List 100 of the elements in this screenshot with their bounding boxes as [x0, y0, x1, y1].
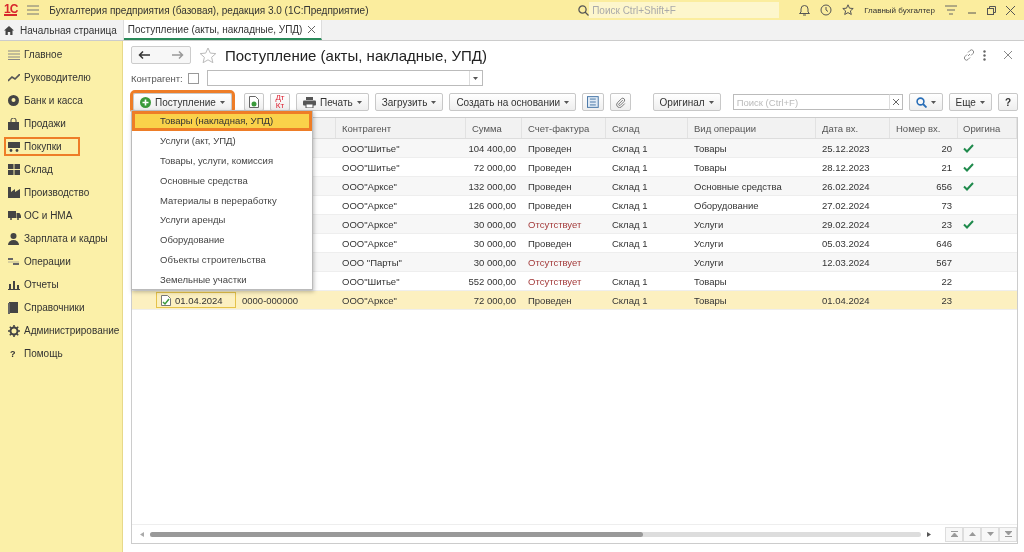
table-cell: 0000-000000	[242, 294, 298, 306]
attach-button[interactable]	[609, 93, 631, 111]
sidebar-item[interactable]: Справочники	[4, 298, 87, 317]
copy-button[interactable]	[243, 93, 264, 111]
history-icon[interactable]	[820, 4, 833, 16]
sidebar-item[interactable]: Администрирование	[4, 321, 122, 340]
previous-row-button[interactable]	[963, 526, 981, 542]
column-header[interactable]: Дата вх.	[816, 118, 890, 138]
column-header[interactable]: Оригина	[958, 118, 1017, 138]
table-cell-text: Проведен	[527, 160, 573, 175]
table-cell-text: Оборудование	[693, 198, 760, 213]
scroll-left-icon[interactable]	[140, 531, 144, 537]
bag-icon	[8, 117, 19, 130]
last-icon	[1004, 531, 1012, 537]
load-button[interactable]: Загрузить	[374, 93, 444, 111]
menu-icon[interactable]	[27, 5, 40, 15]
first-row-button[interactable]	[945, 526, 963, 542]
close-icon[interactable]	[1006, 5, 1015, 15]
sidebar-item[interactable]: ? Помощь	[4, 344, 80, 363]
sidebar-item[interactable]: Продажи	[4, 114, 80, 133]
person-icon	[8, 232, 19, 245]
table-cell: Склад 1	[612, 180, 648, 192]
sidebar-item[interactable]: Склад	[4, 160, 80, 179]
forward-arrow-icon[interactable]	[172, 51, 184, 59]
column-header[interactable]: Номер вх.	[890, 118, 958, 138]
more-icon[interactable]	[983, 49, 986, 61]
link-icon[interactable]	[963, 49, 975, 61]
caret-icon	[930, 100, 936, 104]
settings-icon	[8, 324, 20, 337]
tab[interactable]: Поступление (акты, накладные, УПД)	[123, 20, 323, 40]
table-cell-text: Товары	[693, 160, 728, 175]
column-header[interactable]: Вид операции	[688, 118, 816, 138]
table-cell-text: 72 000,00	[472, 293, 517, 308]
caret-icon	[708, 100, 714, 104]
close-icon[interactable]	[308, 25, 316, 33]
sidebar-item[interactable]: Покупки	[4, 137, 80, 156]
table-icon	[587, 96, 599, 108]
restore-icon[interactable]	[987, 5, 996, 15]
table-cell-text: 73	[940, 198, 953, 213]
logo[interactable]: 1С	[4, 4, 18, 16]
table-cell-text: Отсутствует	[527, 255, 583, 270]
table-cell-text: 126 000,00	[467, 198, 517, 213]
up-icon	[968, 532, 976, 536]
menu-icon[interactable]	[945, 5, 957, 15]
user-name[interactable]: Главный бухгалтер	[864, 5, 935, 15]
counterparty-field[interactable]	[206, 70, 483, 86]
table-cell: Склад 1	[612, 275, 648, 287]
star-icon[interactable]	[199, 46, 217, 64]
scroll-right-icon[interactable]	[927, 531, 931, 537]
search-icon[interactable]	[578, 4, 590, 16]
column-header[interactable]: Склад	[606, 118, 688, 138]
table-cell: Склад 1	[612, 161, 648, 173]
table-cell-text: Основные средства	[693, 179, 783, 194]
table-cell-text: Услуги	[693, 255, 725, 270]
table-cell: 27.02.2024	[822, 199, 870, 211]
menu-item[interactable]: Товары (накладная, УПД)	[132, 111, 312, 131]
create-button[interactable]: Поступление	[133, 93, 232, 111]
print-button[interactable]: Печать	[295, 93, 369, 111]
last-row-button[interactable]	[999, 526, 1017, 542]
close-icon[interactable]	[1004, 51, 1012, 59]
search-field[interactable]: Поиск (Ctrl+F)	[732, 94, 889, 110]
tab[interactable]: Начальная страница	[0, 20, 124, 40]
sidebar-item[interactable]: Производство	[4, 183, 92, 202]
sidebar-item[interactable]: Отчеты	[4, 275, 80, 294]
structure-button[interactable]	[582, 93, 604, 111]
search-button[interactable]	[908, 93, 943, 111]
table-cell: Склад 1	[612, 199, 648, 211]
column-header[interactable]: Счет-фактура	[522, 118, 606, 138]
search-field[interactable]: Поиск Ctrl+Shift+F	[589, 2, 780, 18]
column-header[interactable]: Сумма	[466, 118, 522, 138]
checkbox[interactable]	[187, 72, 199, 84]
table-cell: 01.04.2024	[822, 294, 870, 306]
sidebar-item[interactable]: Зарплата и кадры	[4, 229, 110, 248]
table-cell: Склад 1	[612, 142, 648, 154]
next-row-button[interactable]	[981, 526, 999, 542]
menu-icon	[8, 49, 20, 60]
ledger-icon	[8, 256, 19, 267]
caret-icon	[564, 100, 570, 104]
original-button[interactable]: Оригинал	[652, 93, 721, 111]
table-cell: 28.12.2023	[822, 161, 870, 173]
more-button[interactable]: Еще	[948, 93, 992, 111]
form-title: Поступление (акты, накладные, УПД)	[225, 46, 488, 64]
menu-item[interactable]: Земельные участки	[132, 269, 312, 290]
column-header[interactable]: Контрагент	[336, 118, 466, 138]
table-cell-text: Проведен	[527, 293, 573, 308]
sidebar-item[interactable]: ОС и НМА	[4, 206, 80, 225]
create-based-button[interactable]: Создать на основании	[449, 93, 577, 111]
caret-icon	[431, 100, 437, 104]
sidebar-item[interactable]: Главное	[4, 45, 80, 64]
sidebar-item[interactable]: Банк и касса	[4, 91, 85, 110]
star-icon[interactable]	[842, 4, 855, 16]
back-arrow-icon[interactable]	[138, 51, 150, 59]
sidebar-item[interactable]: Руководителю	[4, 68, 93, 87]
ledger-button[interactable]: Дт Кт	[269, 93, 290, 111]
horizontal-scrollbar[interactable]	[150, 531, 921, 537]
help-button[interactable]: ?	[997, 93, 1018, 111]
table-row[interactable]: 01.04.2024 0000-000000 ООО"Арксе" 72 000,00 Проведен Склад 1 Товары 01.04.2024 23	[132, 291, 1017, 310]
bell-icon[interactable]	[799, 4, 811, 16]
document-icon	[248, 96, 259, 108]
sidebar-item[interactable]: Операции	[4, 252, 80, 271]
